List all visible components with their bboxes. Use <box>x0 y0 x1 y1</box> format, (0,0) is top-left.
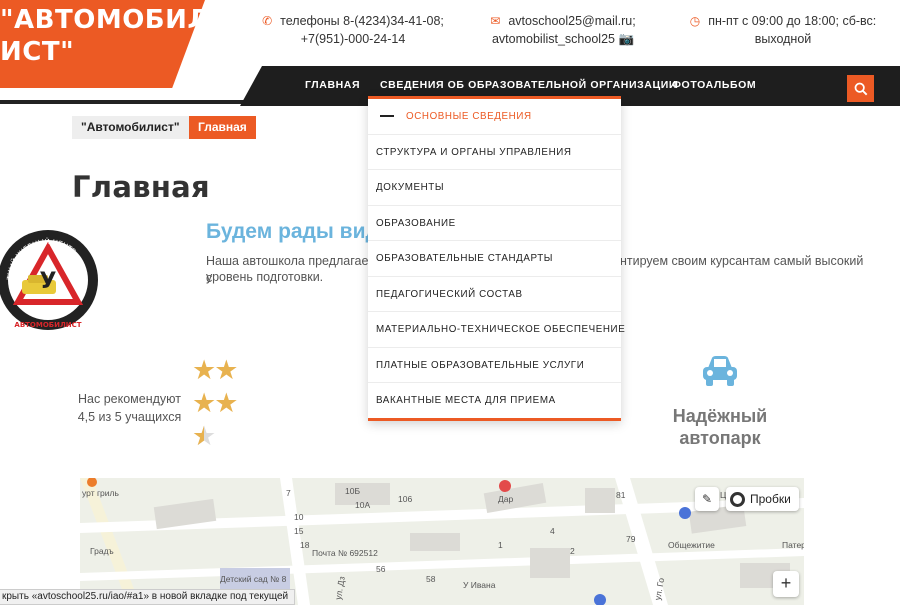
star-row-1: ★★ <box>192 355 238 385</box>
clock-icon: ◷ <box>689 14 701 28</box>
map-label: 10А <box>355 500 371 510</box>
school-emblem: У ТНЫЙ УЧЕБНЫЙ ЦЕНТР АВТОМОБИЛИСТ <box>0 230 98 330</box>
feature-title: Надёжный автопарк <box>640 405 800 449</box>
logo-line-1: "АВТОМОБИЛ <box>0 5 210 35</box>
search-icon <box>854 82 867 95</box>
map-label: 10Б <box>345 486 361 496</box>
nav-item-photo-album[interactable]: ФОТОАЛЬБОМ <box>672 79 756 91</box>
map-label: 10 <box>294 512 304 522</box>
dropdown-item-vacancies[interactable]: ВАКАНТНЫЕ МЕСТА ДЛЯ ПРИЕМА <box>368 383 621 419</box>
map-label: Общежитие <box>668 540 715 550</box>
traffic-label: Пробки <box>750 492 791 506</box>
active-dash-icon <box>380 115 394 118</box>
contact-email: ✉ avtoschool25@mail.ru; avtomobilist_scho… <box>488 12 638 48</box>
rating-line-2: 4,5 из 5 учащихся <box>77 410 182 424</box>
dropdown-item-basic-info[interactable]: ОСНОВНЫЕ СВЕДЕНИЯ <box>368 99 621 135</box>
map-label: Почта № 692512 <box>312 548 378 558</box>
car-icon <box>703 356 737 386</box>
map-ruler-button[interactable]: ✎ <box>695 487 719 511</box>
feature-title-line-2: автопарк <box>679 428 761 448</box>
map-label: Дар <box>498 494 514 504</box>
phone-line-1[interactable]: телефоны 8-(4234)34-41-08; <box>280 14 444 28</box>
dropdown-item-standards[interactable]: ОБРАЗОВАТЕЛЬНЫЕ СТАНДАРТЫ <box>368 241 621 277</box>
map-label: 18 <box>300 540 310 550</box>
traffic-icon <box>730 491 745 507</box>
hours-line-1: пн-пт с 09:00 до 18:00; сб-вс: <box>708 14 877 28</box>
welcome-heading: Будем рады вид <box>206 220 379 243</box>
dropdown-item-paid-services[interactable]: ПЛАТНЫЕ ОБРАЗОВАТЕЛЬНЫЕ УСЛУГИ <box>368 348 621 383</box>
star-row-3: ★ <box>192 421 252 454</box>
contact-hours: ◷ пн-пт с 09:00 до 18:00; сб-вс: выходной <box>688 12 878 48</box>
dropdown-item-documents[interactable]: ДОКУМЕНТЫ <box>368 170 621 206</box>
rating-stars: ★★ ★★ ★ <box>192 355 252 454</box>
intro-text-c: уровень подготовки. <box>206 270 324 284</box>
nav-item-org-info[interactable]: СВЕДЕНИЯ ОБ ОБРАЗОВАТЕЛЬНОЙ ОРГАНИЗАЦИИ <box>380 79 677 91</box>
email-line-2[interactable]: avtomobilist_school25 📷 <box>488 30 638 48</box>
logo-line-2: ИСТ" <box>0 37 75 67</box>
org-info-dropdown: ОСНОВНЫЕ СВЕДЕНИЯ СТРУКТУРА И ОРГАНЫ УПР… <box>368 96 625 421</box>
map-zoom-in-button[interactable]: + <box>773 571 799 597</box>
map-label: урт гриль <box>82 488 119 498</box>
breadcrumb-home[interactable]: "Автомобилист" <box>72 116 189 139</box>
traffic-toggle[interactable]: Пробки <box>726 487 799 511</box>
phone-line-2[interactable]: +7(951)-000-24-14 <box>258 30 448 48</box>
rating-line-1: Нас рекомендуют <box>78 392 181 406</box>
ruler-icon: ✎ <box>701 492 713 506</box>
map-label: Градъ <box>90 546 114 556</box>
emblem-letter: У <box>40 269 57 294</box>
map-label: 58 <box>426 574 436 584</box>
breadcrumb-current: Главная <box>189 116 256 139</box>
rating-text: Нас рекомендуют 4,5 из 5 учащихся <box>72 390 187 426</box>
star-row-2: ★★ <box>192 388 238 418</box>
map-label: 79 <box>626 534 636 544</box>
contact-phone: ✆ телефоны 8-(4234)34-41-08; +7(951)-000-… <box>258 12 448 48</box>
logo-text[interactable]: "АВТОМОБИЛ ИСТ" <box>0 4 209 68</box>
map-label: 15 <box>294 526 304 536</box>
phone-icon: ✆ <box>262 14 273 28</box>
dropdown-item-teaching-staff[interactable]: ПЕДАГОГИЧЕСКИЙ СОСТАВ <box>368 277 621 312</box>
map-label: 2 <box>570 546 575 556</box>
nav-item-home[interactable]: ГЛАВНАЯ <box>305 79 360 91</box>
logo-underline <box>0 100 260 104</box>
map-label: 81 <box>616 490 626 500</box>
browser-status-bar: крыть «avtoschool25.ru/iao/#a1» в новой … <box>0 589 296 605</box>
map-label: У Ивана <box>463 580 496 590</box>
map-label: 4 <box>550 526 555 536</box>
half-star-icon: ★ <box>192 421 216 451</box>
map-label: Детский сад № 8 <box>220 574 287 584</box>
intro-text-b: нтируем своим курсантам самый высокий <box>620 254 864 268</box>
dropdown-item-education[interactable]: ОБРАЗОВАНИЕ <box>368 206 621 241</box>
page-title: Главная <box>72 170 210 204</box>
map-label: 56 <box>376 564 386 574</box>
email-line-1[interactable]: avtoschool25@mail.ru; <box>508 14 635 28</box>
map-label: 106 <box>398 494 413 504</box>
search-button[interactable] <box>847 75 874 102</box>
dropdown-item-structure[interactable]: СТРУКТУРА И ОРГАНЫ УПРАВЛЕНИЯ <box>368 135 621 170</box>
dropdown-item-label: ОСНОВНЫЕ СВЕДЕНИЯ <box>406 111 532 122</box>
envelope-icon: ✉ <box>490 14 501 28</box>
feature-title-line-1: Надёжный <box>672 406 768 426</box>
map-label: 7 <box>286 488 291 498</box>
dropdown-item-facilities[interactable]: МАТЕРИАЛЬНО-ТЕХНИЧЕСКОЕ ОБЕСПЕЧЕНИЕ <box>368 312 625 348</box>
emblem-bottom-text: АВТОМОБИЛИСТ <box>14 321 81 329</box>
hours-line-2: выходной <box>754 32 812 46</box>
map-label: 1 <box>498 540 503 550</box>
map-label: Патер <box>782 540 804 550</box>
